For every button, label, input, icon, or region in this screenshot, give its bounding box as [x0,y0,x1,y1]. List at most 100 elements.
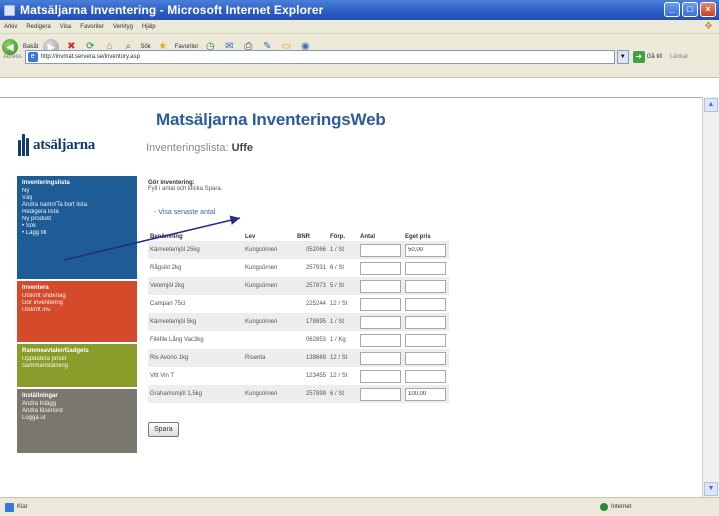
scroll-down-icon[interactable]: ▼ [704,482,718,496]
cell-bnr: 123455 [305,373,326,379]
col-lev: Lev [245,234,256,240]
table-row: Kärnvetemjöl 5kg Kungsörnen 178895 1 / St [148,313,449,331]
cell-lev [243,295,295,313]
sidebar-item-utskrift-inv[interactable]: Utskrift inv. [22,307,133,314]
form-subheading: Fyll i antal och klicka Spara. [148,186,223,192]
sidebar-item-andra-namn[interactable]: Ändra namn/Ta bort lista [22,202,133,209]
price-input[interactable] [405,279,446,293]
price-input[interactable] [405,369,446,383]
antal-input[interactable] [360,387,401,401]
antal-input-cell [358,331,403,349]
col-forp: Förp. [330,234,345,240]
antal-input-cell [358,385,403,403]
sidebar-item-sok[interactable]: • Sök [22,223,133,230]
minimize-button[interactable]: _ [664,2,680,17]
menu-favoriter[interactable]: Favoriter [80,24,104,30]
sidebar-item-utskrift-underlag[interactable]: Utskrift underlag [22,293,133,300]
window-controls: _ □ × [664,2,716,17]
price-input[interactable] [405,297,446,311]
col-bnr: BNR [297,234,310,240]
cell-bnr: 257899 [295,385,328,403]
brand-logo[interactable]: atsäljarna [18,134,95,156]
antal-input[interactable] [360,243,401,257]
price-input[interactable] [405,333,446,347]
antal-input[interactable] [360,279,401,293]
sidebar-item-andra-inlagg[interactable]: Ändra Inlägg [22,401,133,408]
antal-input[interactable] [360,261,401,275]
cell-forp: 1 / Kg [330,337,346,343]
col-antal: Antal [360,234,375,240]
menu-arkiv[interactable]: Arkiv [4,24,17,30]
cell-lev [243,367,295,385]
antal-input-cell [358,295,403,313]
antal-input[interactable] [360,351,401,365]
table-row: Vetemjöl 2kg Kungsörnen 257873 5 / St [148,277,449,295]
price-input[interactable] [405,387,446,401]
price-input-cell [403,277,449,295]
price-input[interactable] [405,261,446,275]
price-input[interactable] [405,315,446,329]
sidebar-heading: Inventeringslista [22,180,70,186]
sidebar-box-rammeavtaler: Rammeavtaler/Gadgets Uppdatera priser Sa… [17,344,137,387]
cell-lev: Kungsörnen [243,313,295,331]
table-header: Benämning Lev BNR Förp. Antal Eget pris [148,233,449,241]
sidebar-item-valj[interactable]: Välj [22,195,133,202]
page-status-icon [5,502,14,512]
links-label[interactable]: Länkar [670,54,688,60]
window-titlebar: Matsäljarna Inventering - Microsoft Inte… [0,0,719,20]
cell-bnr: 257873 [295,277,328,295]
cell-benamning: Filéfile Lång Vac3kg [150,337,204,343]
col-eget-pris: Eget pris [405,234,431,240]
price-input-cell [403,331,449,349]
close-button[interactable]: × [700,2,716,17]
antal-input-cell [358,349,403,367]
address-dropdown-icon[interactable]: ▼ [616,49,629,64]
antal-input-cell [358,277,403,295]
antal-input[interactable] [360,333,401,347]
sidebar-item-lagg-till[interactable]: • Lägg till [22,230,133,237]
cell-benamning: Vitt Vin T [150,373,175,379]
menu-visa[interactable]: Visa [60,24,72,30]
antal-input-cell [358,367,403,385]
sidebar-item-ny[interactable]: Ny [22,188,133,195]
price-input-cell [403,349,449,367]
page-content: atsäljarna Matsäljarna InventeringsWeb I… [0,97,702,497]
show-saved-link[interactable]: - Visa senaste antal [154,209,215,216]
save-button[interactable]: Spara [148,422,179,437]
maximize-button[interactable]: □ [682,2,698,17]
menu-hjalp[interactable]: Hjälp [142,24,156,30]
logo-mark-icon [18,134,30,156]
antal-input[interactable] [360,315,401,329]
sidebar-item-sammanstallning[interactable]: Sammanställning [22,363,133,370]
price-input-cell [403,259,449,277]
cell-benamning: Kärnvetemjöl 25kg [148,241,243,259]
security-zone: Internet [600,503,631,511]
price-input[interactable] [405,351,446,365]
cell-bnr: 225244 [305,301,326,307]
sidebar-item-uppdatera-priser[interactable]: Uppdatera priser [22,356,133,363]
cell-benamning: Campari 75cl [150,301,186,307]
vertical-scrollbar[interactable]: ▲ ▼ [702,97,719,497]
sidebar-item-redigera-lista[interactable]: Redigera lista [22,209,133,216]
cell-bnr: 052066 [295,241,328,259]
sidebar-item-andra-losenord[interactable]: Ändra lösenord [22,408,133,415]
antal-input[interactable] [360,297,401,311]
menu-redigera[interactable]: Redigera [26,24,50,30]
address-bar[interactable]: e http://invmat.servera.se/inventory.asp [24,49,615,64]
inventory-table: Benämning Lev BNR Förp. Antal Eget pris … [148,233,449,403]
price-input[interactable] [405,243,446,257]
sidebar-item-ny-produkt[interactable]: Ny produkt [22,216,133,223]
go-button[interactable]: ➜ Gå till [632,50,662,63]
address-url[interactable]: http://invmat.servera.se/inventory.asp [41,54,140,60]
logo-text: atsäljarna [33,136,95,153]
sidebar-item-gor-inventering[interactable]: Gör inventering [22,300,133,307]
table-row: Vitt Vin T 123455 12 / St [148,367,449,385]
menu-verktyg[interactable]: Verktyg [113,24,133,30]
menu-bar: Arkiv Redigera Visa Favoriter Verktyg Hj… [0,20,719,34]
table-row: Grahamsmjöl 1,5kg Kungsörnen 257899 6 / St [148,385,449,403]
scroll-up-icon[interactable]: ▲ [704,98,718,112]
cell-benamning: Kärnvetemjöl 5kg [148,313,243,331]
cell-forp: 6 / St [330,265,345,271]
antal-input[interactable] [360,369,401,383]
sidebar-item-logga-ut[interactable]: Logga ut [22,415,133,422]
